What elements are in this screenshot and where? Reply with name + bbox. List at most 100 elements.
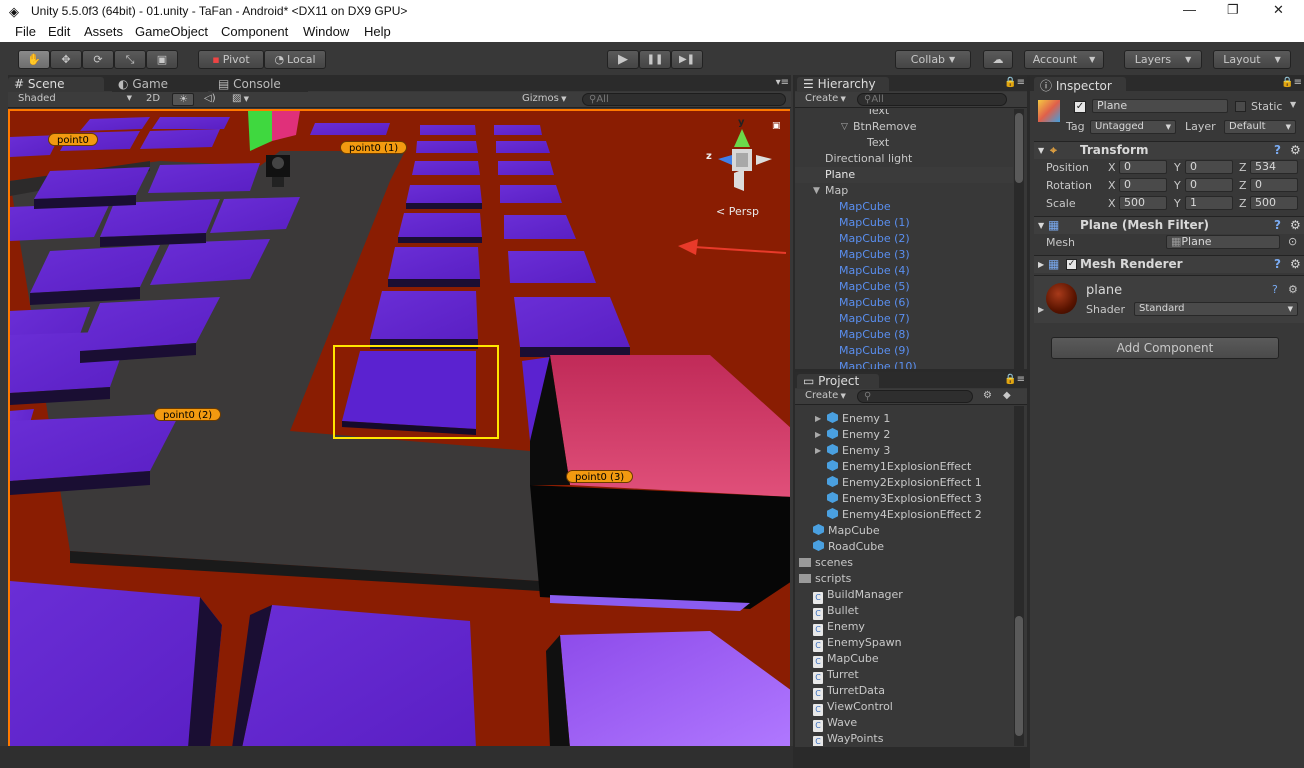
tree-arrow-icon[interactable]: ▶	[815, 411, 821, 427]
object-picker-icon[interactable]: ⊙	[1288, 235, 1297, 248]
project-item[interactable]: ▶ Enemy 1	[815, 411, 890, 427]
scale-z-field[interactable]: 500	[1250, 196, 1298, 210]
tree-arrow-icon[interactable]: ▶	[815, 443, 821, 459]
pivot-button[interactable]: ▪ Pivot	[198, 50, 264, 69]
project-item[interactable]: C Wave	[813, 715, 857, 732]
active-checkbox[interactable]: ✓	[1074, 101, 1086, 113]
project-scrollbar[interactable]	[1014, 406, 1024, 746]
project-item[interactable]: Enemy3ExplosionEffect 3	[827, 491, 982, 507]
mesh-renderer-enabled-checkbox[interactable]: ✓	[1066, 259, 1077, 270]
hierarchy-item[interactable]: MapCube (6)	[795, 295, 1013, 311]
menu-assets[interactable]: Assets	[84, 24, 123, 39]
gear-icon[interactable]: ⚙	[1288, 283, 1298, 296]
tag-dropdown[interactable]: Untagged ▼	[1090, 120, 1176, 134]
scene-effects-dropdown[interactable]: ▨ ▼	[226, 93, 256, 106]
project-item[interactable]: C Enemy	[813, 619, 865, 636]
hierarchy-item[interactable]: MapCube (1)	[795, 215, 1013, 231]
mesh-object-field[interactable]: ▦Plane	[1166, 235, 1280, 249]
layer-dropdown[interactable]: Default ▼	[1224, 120, 1296, 134]
transform-header[interactable]: ▼ ⌖ Transform ? ⚙	[1034, 141, 1304, 159]
panel-menu-icon[interactable]: ▾≡	[776, 77, 789, 88]
hierarchy-item[interactable]: MapCube (5)	[795, 279, 1013, 295]
add-component-button[interactable]: Add Component	[1051, 337, 1279, 359]
rotate-tool-button[interactable]: ⟳	[82, 50, 114, 69]
scene-viewport[interactable]: point0 point0 (1) point0 (2) point0 (3) …	[8, 109, 790, 746]
rotation-y-field[interactable]: 0	[1185, 178, 1233, 192]
waypoint-label[interactable]: point0 (1)	[340, 141, 408, 154]
project-create-dropdown[interactable]: Create ▼	[799, 390, 851, 403]
hierarchy-item[interactable]: MapCube	[795, 199, 1013, 215]
scrollbar-thumb[interactable]	[1015, 616, 1023, 736]
maximize-button[interactable]: ❐	[1227, 2, 1239, 18]
mesh-filter-header[interactable]: ▼ ▦ Plane (Mesh Filter) ? ⚙	[1034, 216, 1304, 234]
menu-edit[interactable]: Edit	[48, 24, 70, 39]
project-item[interactable]: C Turret	[813, 667, 859, 684]
project-item[interactable]: Enemy2ExplosionEffect 1	[827, 475, 982, 491]
hierarchy-item[interactable]: MapCube (2)	[795, 231, 1013, 247]
waypoint-label[interactable]: point0 (3)	[566, 470, 634, 483]
menu-file[interactable]: File	[15, 24, 36, 39]
gear-icon[interactable]: ⚙	[1290, 142, 1301, 159]
scene-audio-toggle[interactable]: ◁)	[198, 93, 220, 106]
tab-scene[interactable]: # Scene	[8, 77, 104, 92]
move-tool-button[interactable]: ✥	[50, 50, 82, 69]
scale-x-field[interactable]: 500	[1119, 196, 1167, 210]
project-item[interactable]: C Bullet	[813, 603, 859, 620]
dropdown-arrow-icon[interactable]: ▼	[1290, 100, 1296, 109]
hierarchy-item[interactable]: Text	[795, 135, 1013, 151]
project-item[interactable]: ▶ Enemy 2	[815, 427, 890, 443]
hierarchy-search-input[interactable]: ⚲All	[857, 93, 1007, 106]
tab-project[interactable]: ▭ Project	[797, 374, 879, 389]
project-item[interactable]: Enemy4ExplosionEffect 2	[827, 507, 982, 523]
project-item[interactable]: ▼scripts	[799, 571, 851, 587]
hierarchy-create-dropdown[interactable]: Create ▼	[799, 93, 851, 106]
project-item[interactable]: C MapCube	[813, 651, 879, 668]
hierarchy-item[interactable]: Plane	[795, 167, 1013, 183]
hand-tool-button[interactable]: ✋	[18, 50, 50, 69]
filter-type-icon[interactable]: ⚙	[983, 390, 992, 401]
hierarchy-item[interactable]: MapCube (10)	[795, 359, 1013, 369]
step-button[interactable]: ▶❚	[671, 50, 703, 69]
project-item[interactable]: C EnemySpawn	[813, 635, 902, 652]
panel-menu-icon[interactable]: 🔒≡	[1281, 77, 1302, 88]
shading-mode-dropdown[interactable]: Shaded ▼	[12, 93, 134, 106]
scene-orientation-gizmo[interactable]	[718, 129, 772, 191]
collab-dropdown[interactable]: Collab ▼	[895, 50, 971, 69]
rotation-z-field[interactable]: 0	[1250, 178, 1298, 192]
lock-icon[interactable]: ▣	[772, 121, 781, 131]
pause-button[interactable]: ❚❚	[639, 50, 671, 69]
tab-inspector[interactable]: ⓘ Inspector	[1034, 77, 1126, 93]
position-x-field[interactable]: 0	[1119, 160, 1167, 174]
help-icon[interactable]: ?	[1274, 256, 1281, 273]
static-checkbox[interactable]	[1235, 101, 1246, 112]
menu-help[interactable]: Help	[364, 24, 391, 39]
hierarchy-item[interactable]: Text	[795, 109, 1013, 119]
filter-label-icon[interactable]: ◆	[1003, 390, 1011, 401]
account-dropdown[interactable]: Account ▼	[1024, 50, 1104, 69]
hierarchy-item[interactable]: ▽ BtnRemove	[795, 119, 1013, 135]
panel-menu-icon[interactable]: 🔒≡	[1004, 374, 1025, 385]
hierarchy-item[interactable]: MapCube (7)	[795, 311, 1013, 327]
scale-y-field[interactable]: 1	[1185, 196, 1233, 210]
tab-game[interactable]: ◐ Game	[112, 77, 208, 92]
play-button[interactable]: ▶	[607, 50, 639, 69]
cloud-button[interactable]: ☁	[983, 50, 1013, 69]
position-y-field[interactable]: 0	[1185, 160, 1233, 174]
gear-icon[interactable]: ⚙	[1290, 217, 1301, 234]
project-item[interactable]: C BuildManager	[813, 587, 903, 604]
hierarchy-scrollbar[interactable]	[1014, 109, 1024, 369]
hierarchy-item[interactable]: MapCube (8)	[795, 327, 1013, 343]
shader-dropdown[interactable]: Standard ▼	[1134, 302, 1298, 316]
project-item[interactable]: C WayPoints	[813, 731, 883, 746]
gizmos-dropdown[interactable]: Gizmos ▼	[516, 93, 576, 106]
project-item[interactable]: C ViewControl	[813, 699, 893, 716]
project-item[interactable]: ▶scenes	[799, 555, 853, 571]
project-item[interactable]: RoadCube	[813, 539, 884, 555]
scene-search-input[interactable]: ⚲All	[582, 93, 786, 106]
mesh-renderer-header[interactable]: ▶ ▦ ✓ Mesh Renderer ? ⚙	[1034, 255, 1304, 273]
waypoint-label[interactable]: point0	[48, 133, 98, 146]
rect-tool-button[interactable]: ▣	[146, 50, 178, 69]
hierarchy-item[interactable]: MapCube (3)	[795, 247, 1013, 263]
expand-arrow-icon[interactable]: ▶	[1038, 305, 1044, 314]
project-item[interactable]: Enemy1ExplosionEffect	[827, 459, 971, 475]
